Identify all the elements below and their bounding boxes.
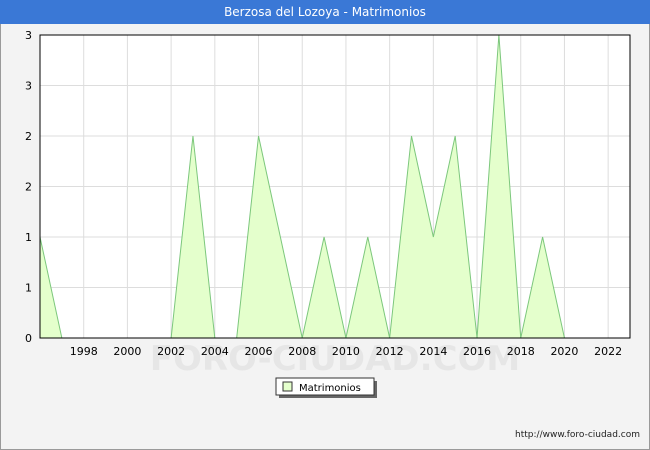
x-tick-label: 2020 [550, 345, 578, 358]
x-tick-label: 2016 [463, 345, 491, 358]
x-tick-label: 2004 [201, 345, 229, 358]
y-tick-label: 3 [25, 80, 32, 93]
x-tick-label: 1998 [70, 345, 98, 358]
y-tick-label: 2 [25, 130, 32, 143]
legend-swatch-matrimonios [282, 381, 293, 392]
x-tick-label: 2010 [332, 345, 360, 358]
source-url[interactable]: http://www.foro-ciudad.com [515, 430, 640, 440]
y-tick-label: 0 [25, 332, 32, 345]
x-tick-label: 2014 [419, 345, 447, 358]
y-tick-label: 2 [25, 181, 32, 194]
chart-canvas: FORO-CIUDAD.COM 0112233 1998 2000 2002 2004… [25, 29, 631, 398]
x-tick-label: 2012 [376, 345, 404, 358]
x-tick-label: 2022 [594, 345, 622, 358]
y-tick-label: 1 [25, 282, 32, 295]
y-tick-label: 1 [25, 231, 32, 244]
y-axis: 0 1 1 2 2 3 3 [25, 29, 32, 345]
y-tick-label: 3 [25, 29, 32, 42]
x-tick-label: 2008 [288, 345, 316, 358]
x-tick-label: 2006 [245, 345, 273, 358]
legend-label-matrimonios: Matrimonios [299, 383, 361, 394]
x-tick-label: 2000 [113, 345, 141, 358]
legend: Matrimonios [275, 377, 377, 398]
x-tick-label: 2002 [157, 345, 185, 358]
x-tick-label: 2018 [507, 345, 535, 358]
